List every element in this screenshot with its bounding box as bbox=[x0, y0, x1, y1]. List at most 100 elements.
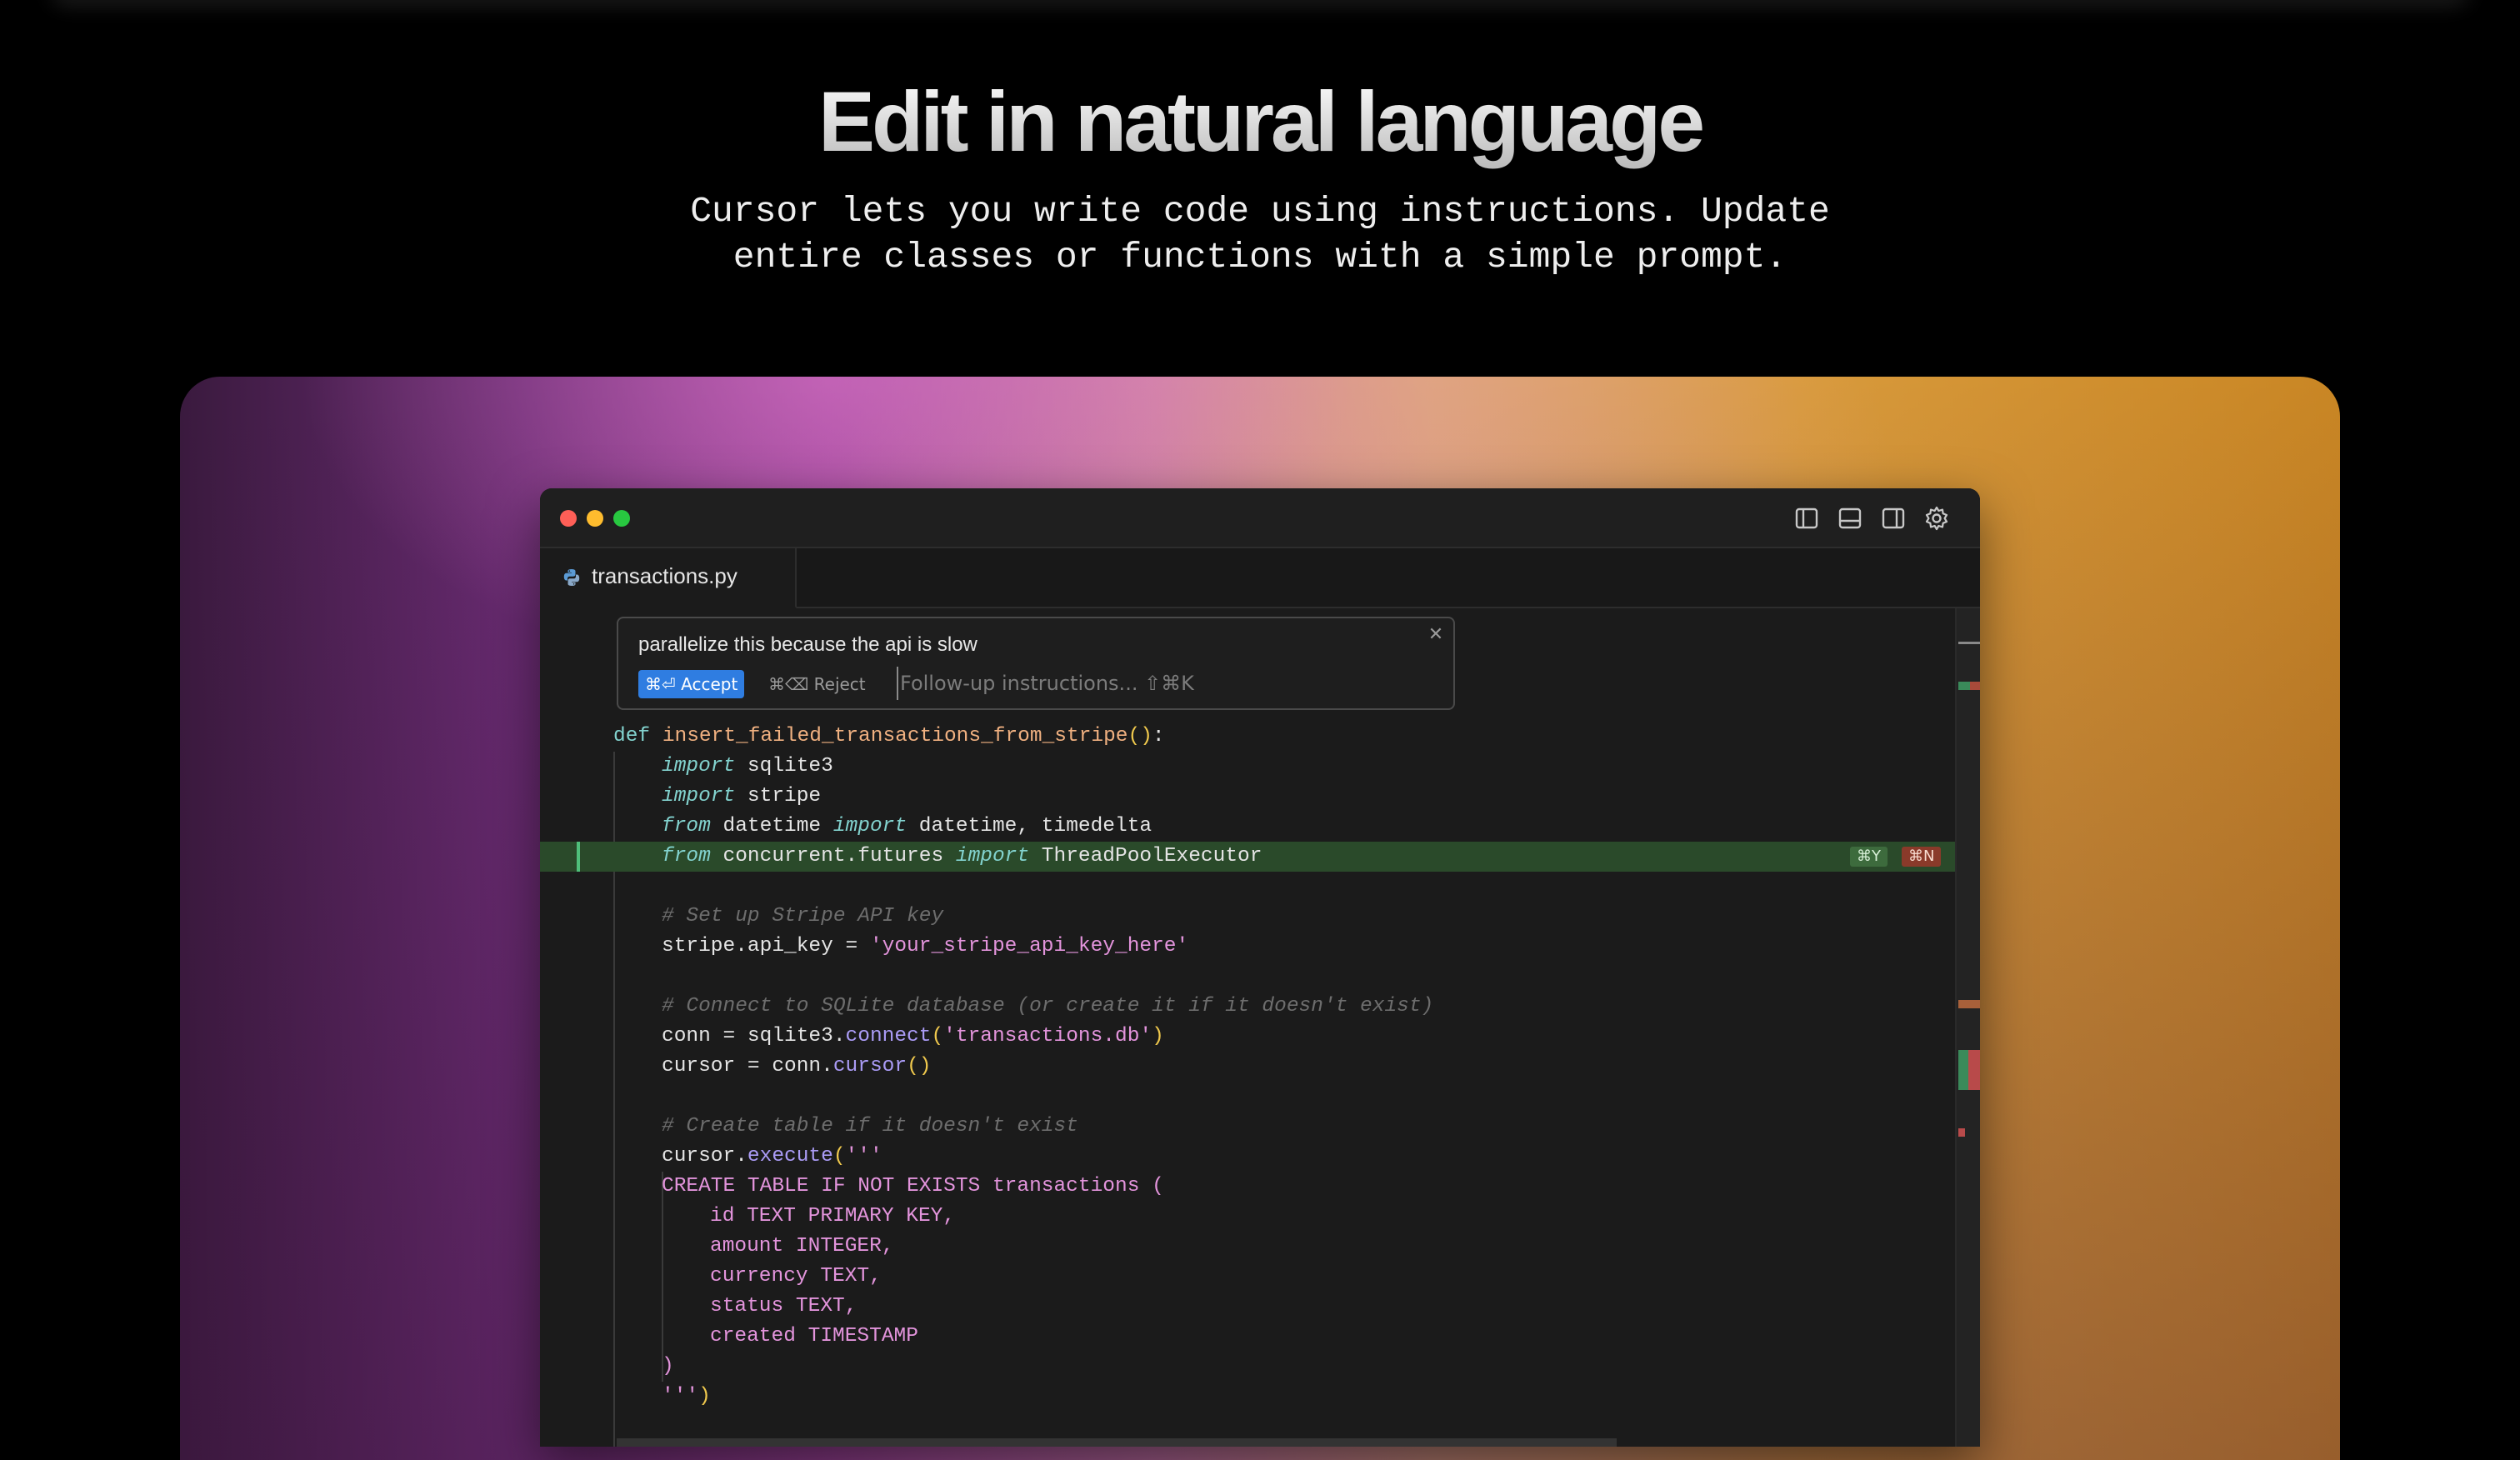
code-line: currency TEXT, bbox=[540, 1262, 1955, 1292]
code-lines: def insert_failed_transactions_from_stri… bbox=[540, 722, 1955, 1447]
scroll-position-mark bbox=[1958, 642, 1980, 644]
code-editor[interactable]: parallelize this because the api is slow… bbox=[540, 608, 1980, 1447]
assignment: conn = sqlite3. bbox=[662, 1025, 846, 1048]
code-line: cursor = conn.cursor() bbox=[540, 1052, 1955, 1082]
diff-marker bbox=[1958, 1128, 1965, 1137]
keyword-import: import bbox=[832, 815, 908, 838]
code-line: stripe.api_key = 'your_stripe_api_key_he… bbox=[540, 932, 1955, 962]
code-line: # Create table if it doesn't exist bbox=[540, 1112, 1955, 1142]
reject-button[interactable]: ⌘⌫ Reject bbox=[765, 670, 869, 698]
string-literal: ''' bbox=[845, 1145, 882, 1168]
diff-marker bbox=[1958, 1000, 1980, 1008]
reject-change-button[interactable]: ⌘N bbox=[1902, 847, 1942, 867]
assignment: cursor = conn. bbox=[662, 1055, 833, 1078]
module-name: datetime bbox=[710, 815, 833, 838]
sql-text: CREATE TABLE IF NOT EXISTS transactions … bbox=[662, 1175, 1164, 1198]
subtitle-line-1: Cursor lets you write code using instruc… bbox=[690, 191, 1830, 232]
inline-edit-prompt: parallelize this because the api is slow… bbox=[617, 617, 1455, 710]
keyword-import: import bbox=[662, 755, 736, 778]
code-line: ''') bbox=[540, 1382, 1955, 1412]
function-name: insert_failed_transactions_from_stripe bbox=[662, 725, 1128, 748]
module-name: stripe bbox=[735, 785, 822, 808]
sql-text: status TEXT, bbox=[710, 1295, 858, 1318]
toggle-left-sidebar-icon[interactable] bbox=[1793, 505, 1820, 532]
keyword-from: from bbox=[662, 815, 711, 838]
paren: ) bbox=[698, 1385, 711, 1408]
sql-text: id TEXT PRIMARY KEY, bbox=[710, 1205, 956, 1228]
toggle-panel-icon[interactable] bbox=[1837, 505, 1863, 532]
sql-text: currency TEXT, bbox=[710, 1265, 882, 1288]
diff-marker bbox=[1958, 1050, 1968, 1090]
code-line: status TEXT, bbox=[540, 1292, 1955, 1322]
code-line: # Set up Stripe API key bbox=[540, 902, 1955, 932]
code-line: # Connect to SQLite database (or create … bbox=[540, 992, 1955, 1022]
diff-marker bbox=[1958, 682, 1970, 690]
keyword-import: import bbox=[955, 845, 1030, 868]
comment: # Create table if it doesn't exist bbox=[662, 1115, 1078, 1138]
comment: # Set up Stripe API key bbox=[662, 905, 944, 928]
import-names: datetime, timedelta bbox=[907, 815, 1152, 838]
paren: () bbox=[1128, 725, 1152, 748]
code-line: CREATE TABLE IF NOT EXISTS transactions … bbox=[540, 1172, 1955, 1202]
colon: : bbox=[1152, 725, 1165, 748]
string-literal: 'transactions.db' bbox=[943, 1025, 1152, 1048]
code-line: import sqlite3 bbox=[540, 752, 1955, 782]
keyword-from: from bbox=[662, 845, 711, 868]
python-file-icon bbox=[562, 568, 582, 588]
code-line: import stripe bbox=[540, 782, 1955, 812]
module-name: concurrent.futures bbox=[710, 845, 956, 868]
paren: ( bbox=[931, 1025, 944, 1048]
method-call: execute bbox=[747, 1145, 833, 1168]
close-icon[interactable]: ✕ bbox=[1425, 623, 1447, 645]
assignment: stripe.api_key = bbox=[662, 935, 870, 958]
string-literal: ''' bbox=[662, 1385, 699, 1408]
code-line: amount INTEGER, bbox=[540, 1232, 1955, 1262]
minimize-window-button[interactable] bbox=[587, 510, 603, 527]
code-line: cursor.execute(''' bbox=[540, 1142, 1955, 1172]
method-call: cursor bbox=[832, 1055, 908, 1078]
tab-transactions-py[interactable]: transactions.py bbox=[540, 548, 797, 608]
page-subtitle: Cursor lets you write code using instruc… bbox=[593, 188, 1927, 280]
keyword-def: def bbox=[613, 725, 651, 748]
code-line: ) bbox=[540, 1352, 1955, 1382]
code-line: from datetime import datetime, timedelta bbox=[540, 812, 1955, 842]
sql-text: ) bbox=[662, 1355, 674, 1378]
keep-change-button[interactable]: ⌘Y bbox=[1850, 847, 1888, 867]
comment: # Connect to SQLite database (or create … bbox=[662, 995, 1434, 1018]
toggle-right-sidebar-icon[interactable] bbox=[1880, 505, 1907, 532]
import-names: ThreadPoolExecutor bbox=[1029, 845, 1262, 868]
object-ref: cursor. bbox=[662, 1145, 748, 1168]
subtitle-line-2: entire classes or functions with a simpl… bbox=[732, 237, 1788, 278]
window-titlebar bbox=[540, 488, 1980, 548]
settings-gear-icon[interactable] bbox=[1923, 505, 1950, 532]
module-name: sqlite3 bbox=[735, 755, 833, 778]
code-line: id TEXT PRIMARY KEY, bbox=[540, 1202, 1955, 1232]
added-line-gutter-mark bbox=[577, 842, 580, 872]
code-line: created TIMESTAMP bbox=[540, 1322, 1955, 1352]
accept-button[interactable]: ⌘⏎ Accept bbox=[638, 670, 745, 698]
close-window-button[interactable] bbox=[560, 510, 577, 527]
page-title: Edit in natural language bbox=[0, 72, 2520, 172]
paren: () bbox=[907, 1055, 932, 1078]
sql-text: amount INTEGER, bbox=[710, 1235, 894, 1258]
tab-label: transactions.py bbox=[592, 563, 738, 588]
added-code-line: from concurrent.futures import ThreadPoo… bbox=[540, 842, 1955, 872]
tab-bar: transactions.py bbox=[540, 548, 1980, 608]
code-line: def insert_failed_transactions_from_stri… bbox=[540, 722, 1955, 752]
horizontal-scrollbar[interactable] bbox=[617, 1438, 1617, 1447]
string-literal: 'your_stripe_api_key_here' bbox=[869, 935, 1189, 958]
prompt-text: parallelize this because the api is slow bbox=[638, 633, 978, 656]
keyword-import: import bbox=[662, 785, 736, 808]
sql-text: created TIMESTAMP bbox=[710, 1325, 918, 1348]
paren: ( bbox=[832, 1145, 846, 1168]
maximize-window-button[interactable] bbox=[613, 510, 630, 527]
followup-input[interactable]: Follow-up instructions... ⇧⌘K bbox=[897, 667, 1250, 700]
method-call: connect bbox=[845, 1025, 932, 1048]
minimap-scrollbar[interactable] bbox=[1955, 608, 1980, 1447]
paren: ) bbox=[1152, 1025, 1164, 1048]
code-line: conn = sqlite3.connect('transactions.db'… bbox=[540, 1022, 1955, 1052]
editor-window: transactions.py parallelize this because… bbox=[540, 488, 1980, 1447]
